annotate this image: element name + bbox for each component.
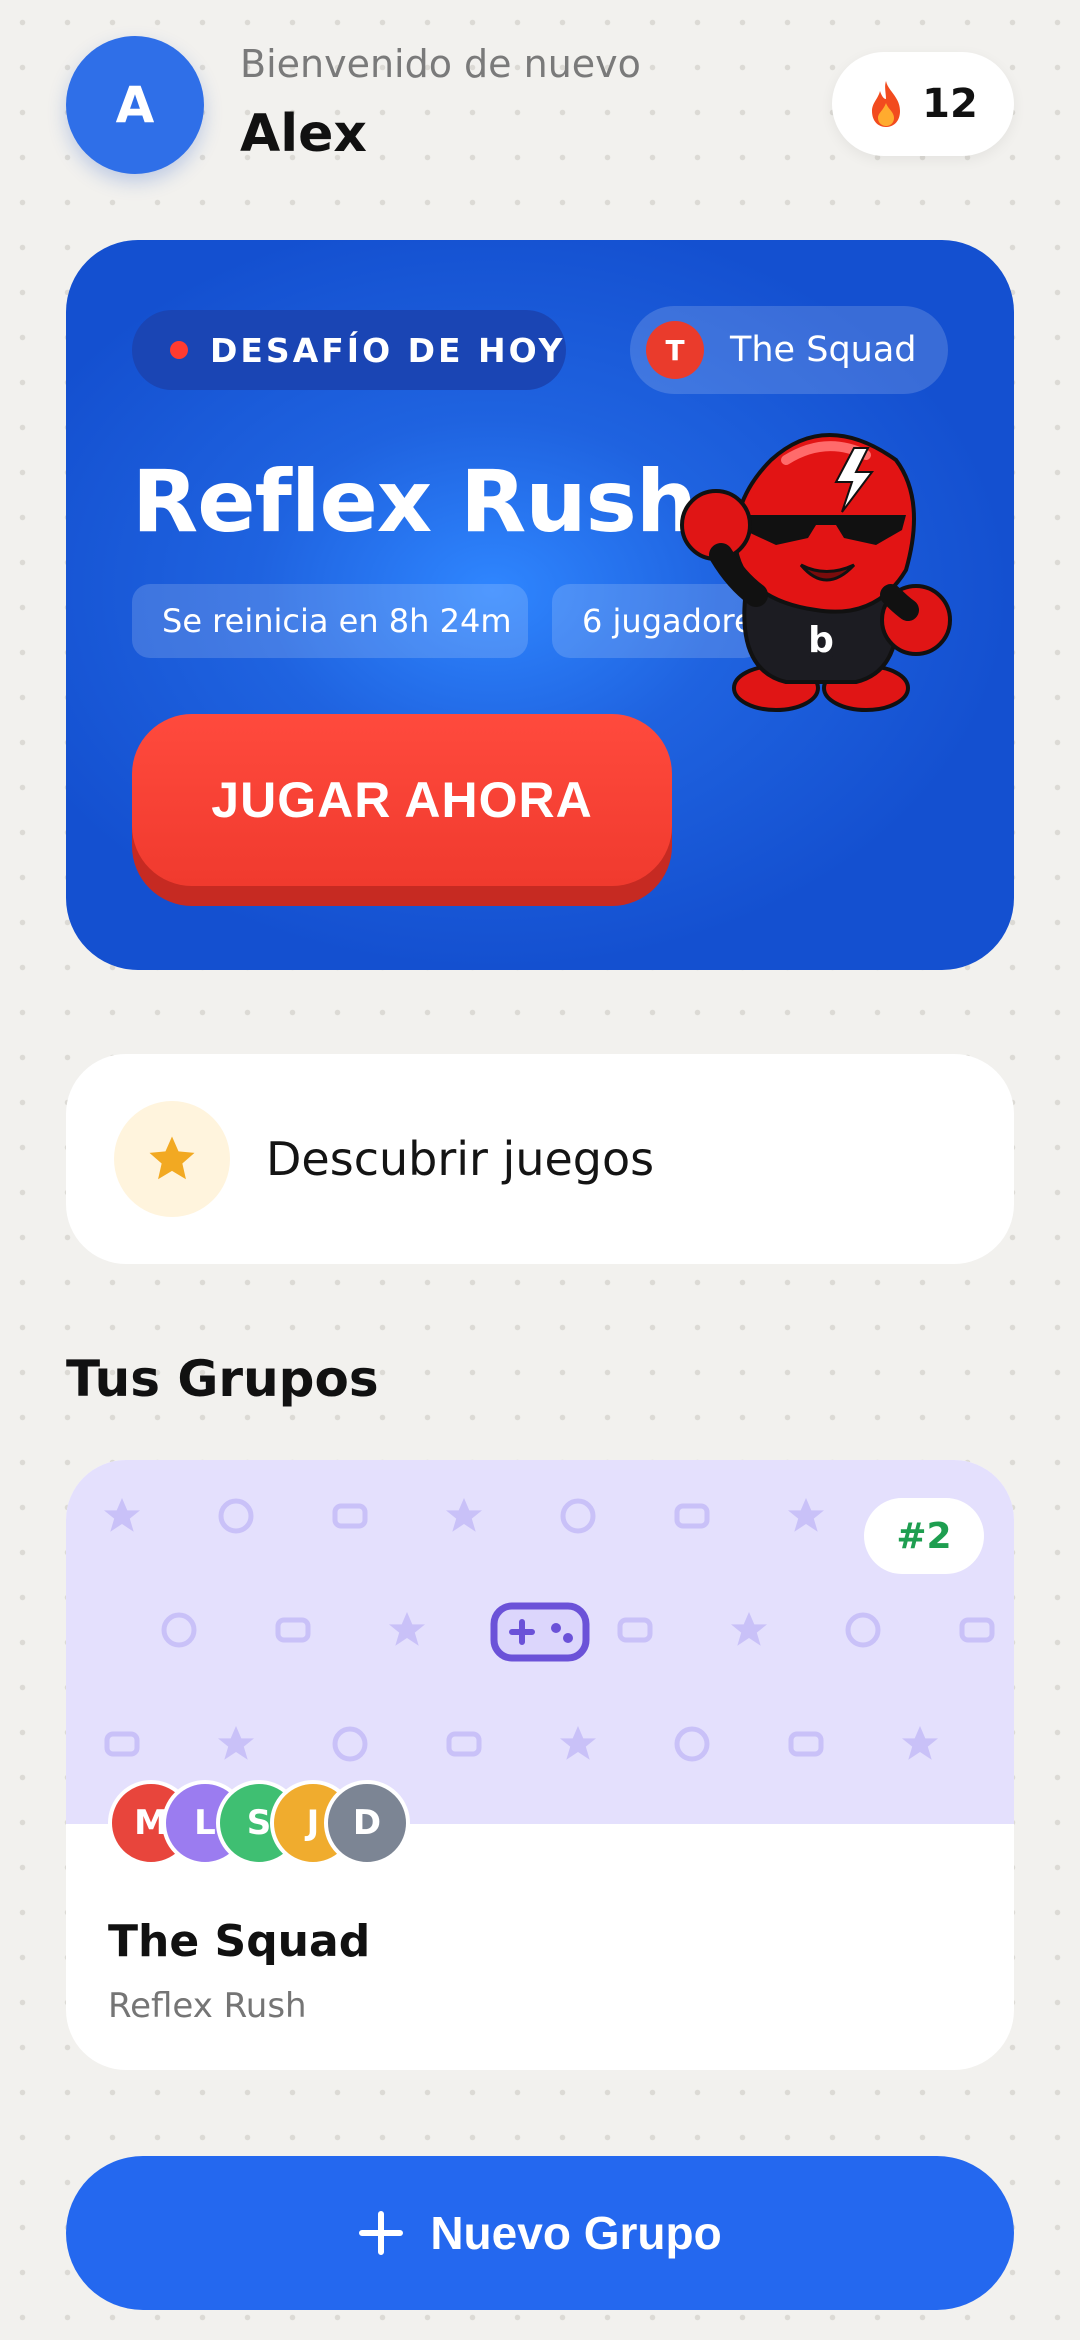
mascot-letter: b [808, 620, 834, 661]
user-avatar[interactable]: A [66, 36, 204, 174]
group-banner: #2 [66, 1460, 1014, 1824]
daily-challenge-label: DESAFÍO DE HOY [210, 330, 566, 370]
group-rank-badge: #2 [864, 1498, 984, 1574]
mascot-character-icon: b [680, 433, 952, 712]
group-card[interactable]: #2 M L S J D The Squad Reflex Rush [66, 1460, 1014, 2070]
gamepad-icon [490, 1602, 590, 1662]
new-group-label: Nuevo Grupo [430, 2207, 722, 2259]
group-initial-badge: T [646, 321, 704, 379]
member-avatars: M L S J D [108, 1780, 508, 1870]
group-name: The Squad [108, 1916, 371, 1967]
member-avatar: D [324, 1780, 410, 1866]
reset-timer-text: Se reinicia en 8h 24m [162, 602, 512, 640]
streak-badge[interactable]: 12 [832, 52, 1014, 156]
avatar-initial: A [115, 76, 155, 134]
game-title: Reflex Rush [132, 452, 697, 552]
groups-section-title: Tus Grupos [66, 1350, 379, 1408]
play-now-button[interactable]: JUGAR AHORA [132, 714, 672, 886]
daily-challenge-badge: DESAFÍO DE HOY [132, 310, 566, 390]
challenge-group-name: The Squad [730, 330, 917, 370]
group-game: Reflex Rush [108, 1986, 307, 2026]
new-group-button[interactable]: Nuevo Grupo [66, 2156, 1014, 2310]
daily-challenge-card: DESAFÍO DE HOY T The Squad Reflex Rush S… [66, 240, 1014, 970]
discover-games-label: Descubrir juegos [266, 1132, 655, 1186]
star-icon [149, 1136, 195, 1180]
challenge-group-chip[interactable]: T The Squad [630, 306, 948, 394]
fire-icon [872, 81, 901, 127]
reset-timer-chip: Se reinicia en 8h 24m [132, 584, 528, 658]
discover-icon-wrap [114, 1101, 230, 1217]
discover-games-button[interactable]: Descubrir juegos [66, 1054, 1014, 1264]
plus-icon [359, 2211, 404, 2255]
live-dot-icon [170, 341, 188, 359]
username: Alex [240, 104, 367, 164]
streak-count: 12 [922, 81, 978, 127]
welcome-text: Bienvenido de nuevo [240, 42, 641, 86]
